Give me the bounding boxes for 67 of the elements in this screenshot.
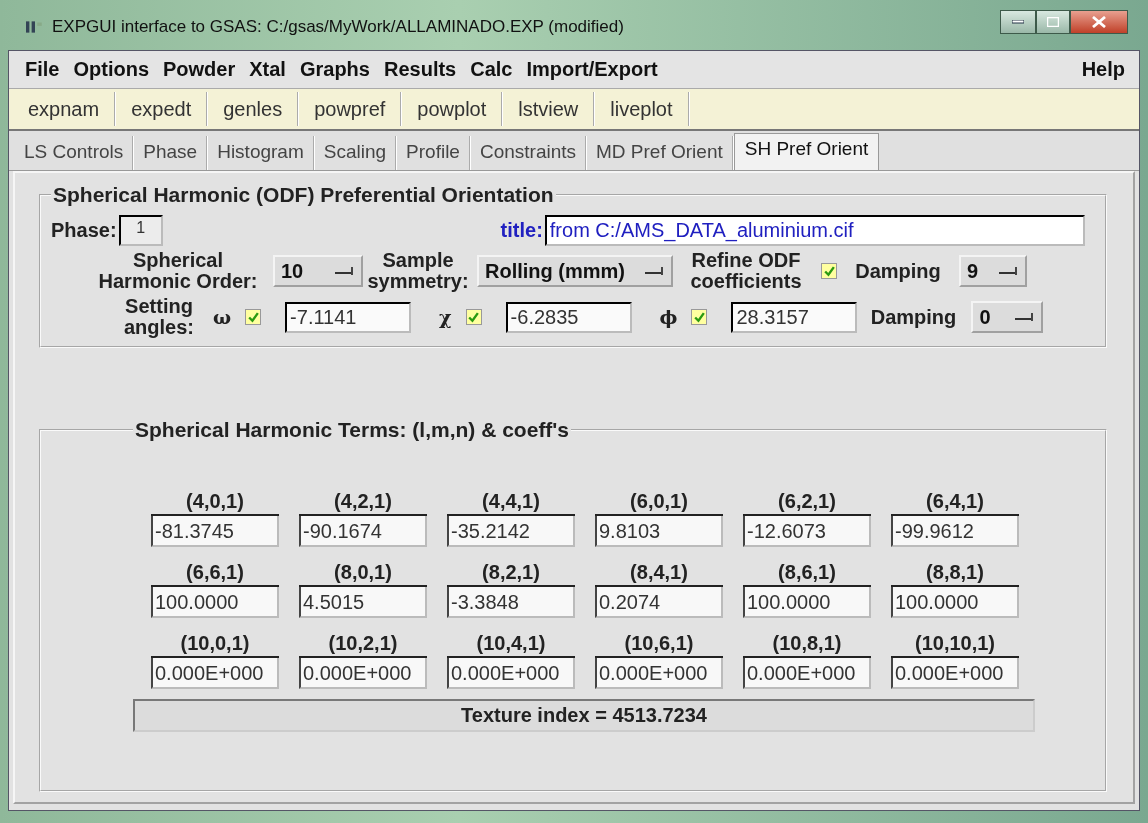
damping-dropdown[interactable]: 0 (971, 301, 1044, 333)
menu-item[interactable]: Help (1075, 58, 1133, 81)
field-label: Sample symmetry: (366, 250, 470, 292)
checkbox[interactable] (821, 263, 837, 279)
damping-dropdown[interactable]: 9 (959, 255, 1027, 287)
field-label: Setting angles: (123, 296, 195, 338)
angle-field[interactable]: -7.1141 (285, 301, 412, 333)
coefficient-field[interactable]: 0.000E+000 (447, 658, 575, 689)
dropdown-indicator-icon (1015, 311, 1036, 323)
coefficient-field[interactable]: -81.3745 (151, 516, 279, 547)
coefficient-field[interactable]: 0.000E+000 (299, 658, 427, 689)
field-label: Damping (869, 306, 958, 328)
maximize-icon (1047, 17, 1059, 27)
group-title: Spherical Harmonic (ODF) Preferential Orientation (52, 183, 555, 207)
tab[interactable]: SH Pref Orient (733, 133, 880, 170)
angle-symbol: χ (439, 306, 452, 328)
menu-item[interactable]: Options (67, 58, 157, 81)
coefficient-field[interactable]: -12.6073 (743, 516, 871, 547)
dropdown-indicator-icon (999, 265, 1019, 277)
order-dropdown[interactable]: 10 (273, 255, 363, 287)
angle-field[interactable]: -6.2835 (505, 301, 632, 333)
checkbox[interactable] (465, 309, 482, 325)
checkbox[interactable] (691, 309, 708, 325)
field-label: Spherical Harmonic Order: (97, 250, 259, 292)
menu-item[interactable]: Results (377, 58, 465, 81)
angle-field[interactable]: 28.3157 (731, 301, 858, 333)
coefficient-field[interactable]: 4.5015 (299, 587, 427, 618)
maximize-button[interactable] (1036, 10, 1070, 34)
coefficient-field[interactable]: 100.0000 (891, 587, 1019, 618)
field-label: Damping (854, 260, 942, 282)
coefficient-field[interactable]: 0.000E+000 (151, 658, 279, 689)
menu-item[interactable]: Xtal (243, 58, 294, 81)
menu-item[interactable]: Powder (157, 58, 244, 81)
angle-symbol: ϕ (659, 306, 678, 328)
app-icon (26, 20, 44, 34)
menu-item[interactable]: File (19, 58, 68, 81)
coefficient-field[interactable]: 100.0000 (743, 587, 871, 618)
close-button[interactable] (1070, 10, 1128, 34)
group-title: Spherical Harmonic Terms: (l,m,n) & coeff's (134, 418, 571, 442)
angle-symbol: ω (213, 306, 232, 328)
coefficient-field[interactable]: -90.1674 (299, 516, 427, 547)
coefficient-field[interactable]: -99.9612 (891, 516, 1019, 547)
symmetry-dropdown[interactable]: Rolling (mmm) (477, 255, 673, 287)
window-title: EXPGUI interface to GSAS: C:/gsas/MyWork/ALLAMINADO.EXP (modified) (52, 17, 624, 37)
dropdown-indicator-icon (645, 265, 665, 277)
texture-index-bar: Texture index = 4513.7234 (133, 699, 1035, 732)
field-label: title: (500, 219, 543, 242)
coefficient-field[interactable]: 100.0000 (151, 587, 279, 618)
minimize-button[interactable] (1000, 10, 1036, 34)
coefficient-field[interactable]: 0.000E+000 (743, 658, 871, 689)
checkbox[interactable] (245, 309, 262, 325)
coefficient-field[interactable]: -35.2142 (447, 516, 575, 547)
dropdown-indicator-icon (335, 265, 355, 277)
field-label: Refine ODF coefficients (689, 250, 803, 292)
coefficient-field[interactable]: 0.2074 (595, 587, 723, 618)
coefficient-field[interactable]: 9.8103 (595, 516, 723, 547)
coefficient-field[interactable]: 0.000E+000 (891, 658, 1019, 689)
coefficient-field[interactable]: 0.000E+000 (595, 658, 723, 689)
menu-item[interactable]: Calc (464, 58, 521, 81)
minimize-icon (1012, 20, 1024, 24)
coefficient-field[interactable]: -3.3848 (447, 587, 575, 618)
title-field[interactable]: from C:/AMS_DATA_aluminium.cif (544, 215, 1085, 246)
close-icon (1092, 16, 1106, 28)
field-label: Phase: (51, 219, 117, 242)
menu-item[interactable]: Import/Export (520, 58, 666, 81)
menu-item[interactable]: Graphs (293, 58, 378, 81)
phase-field[interactable]: 1 (118, 215, 163, 246)
